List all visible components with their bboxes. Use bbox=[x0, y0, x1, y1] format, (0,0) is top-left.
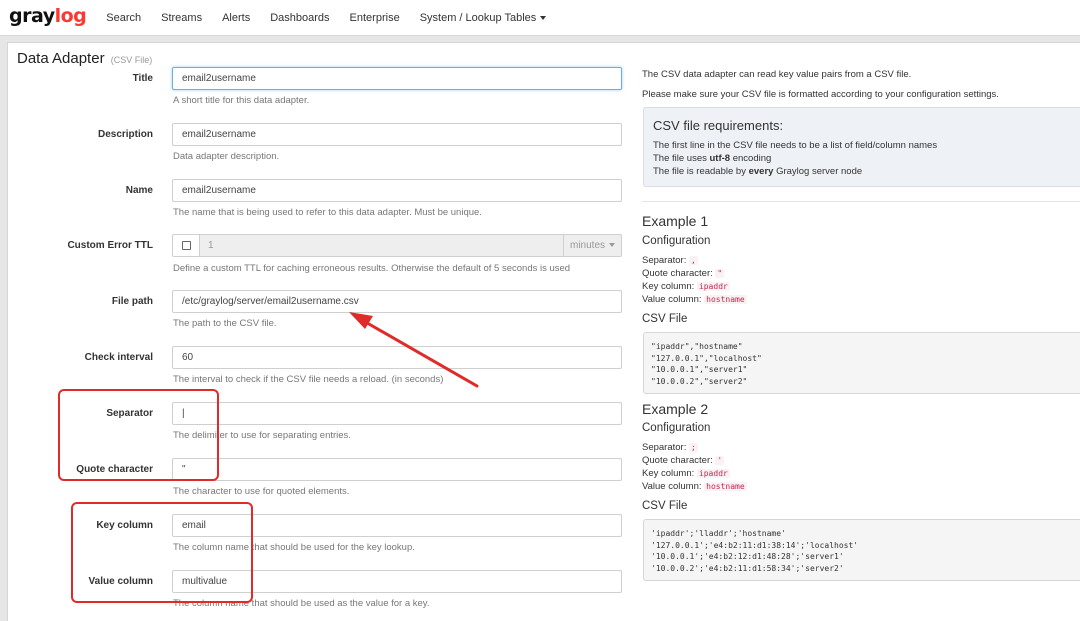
nav-dashboards[interactable]: Dashboards bbox=[270, 12, 329, 24]
name-help: The name that is being used to refer to … bbox=[173, 207, 482, 218]
info-format-note: Please make sure your CSV file is format… bbox=[642, 89, 999, 100]
check-interval-input[interactable]: 60 bbox=[172, 346, 622, 369]
quote-char-help: The character to use for quoted elements… bbox=[173, 486, 350, 497]
value-column-input[interactable]: multivalue bbox=[172, 570, 622, 593]
quote-char-input[interactable]: " bbox=[172, 458, 622, 481]
csv-line: "10.0.0.1","server1" bbox=[651, 365, 748, 374]
example1-csv-block: "ipaddr","hostname" "127.0.0.1","localho… bbox=[643, 332, 1080, 394]
separator-help: The delimiter to use for separating entr… bbox=[173, 430, 351, 441]
example2-quote: Quote character: ' bbox=[642, 455, 725, 466]
name-label: Name bbox=[125, 185, 153, 196]
nav-enterprise[interactable]: Enterprise bbox=[350, 12, 400, 24]
key-column-help: The column name that should be used for … bbox=[173, 542, 415, 553]
value-column-label: Value column bbox=[88, 576, 153, 587]
check-interval-label: Check interval bbox=[84, 352, 153, 363]
separator-label: Separator bbox=[106, 408, 153, 419]
info-intro: The CSV data adapter can read key value … bbox=[642, 69, 912, 80]
csv-line: '10.0.0.2';'e4:b2:11:d1:58:34';'server2' bbox=[651, 563, 844, 573]
example1-title: Example 1 bbox=[642, 213, 709, 229]
example1-key: Key column: ipaddr bbox=[642, 281, 730, 292]
name-input[interactable]: email2username bbox=[172, 179, 622, 202]
example1-value: Value column: hostname bbox=[642, 294, 747, 305]
csv-line: "127.0.0.1","localhost" bbox=[651, 353, 762, 363]
file-path-label: File path bbox=[111, 296, 153, 307]
title-label: Title bbox=[132, 73, 153, 84]
nav-alerts[interactable]: Alerts bbox=[222, 12, 250, 24]
value-column-help: The column name that should be used as t… bbox=[173, 598, 430, 609]
example1-csv-heading: CSV File bbox=[642, 313, 688, 325]
requirements-title: CSV file requirements: bbox=[653, 118, 784, 133]
example1-separator: Separator: , bbox=[642, 255, 698, 266]
example1-quote: Quote character: " bbox=[642, 268, 725, 279]
file-path-input[interactable]: /etc/graylog/server/email2username.csv bbox=[172, 290, 622, 313]
title-help: A short title for this data adapter. bbox=[173, 95, 310, 106]
check-interval-help: The interval to check if the CSV file ne… bbox=[173, 374, 444, 385]
ttl-checkbox[interactable] bbox=[172, 234, 199, 257]
example2-separator: Separator: ; bbox=[642, 442, 698, 453]
csv-line: '127.0.0.1';'e4:b2:11:d1:38:14';'localho… bbox=[651, 540, 859, 550]
csv-line: 'ipaddr';'lladdr';'hostname' bbox=[651, 529, 786, 538]
chevron-down-icon bbox=[609, 243, 615, 248]
key-column-input[interactable]: email bbox=[172, 514, 622, 537]
top-navbar: graylog Search Streams Alerts Dashboards… bbox=[0, 0, 1080, 36]
quote-char-label: Quote character bbox=[76, 464, 153, 475]
checkbox-icon bbox=[181, 241, 191, 250]
ttl-unit-select[interactable]: minutes bbox=[564, 234, 622, 257]
ttl-input-group: 1 minutes bbox=[172, 234, 622, 257]
requirement-item: The file uses utf-8 encoding bbox=[653, 153, 772, 164]
ttl-label: Custom Error TTL bbox=[67, 240, 153, 251]
separator-input[interactable]: | bbox=[172, 402, 622, 425]
example2-value: Value column: hostname bbox=[642, 481, 747, 492]
description-help: Data adapter description. bbox=[173, 151, 280, 162]
title-input[interactable]: email2username bbox=[172, 67, 622, 90]
csv-line: '10.0.0.1';'e4:b2:12:d1:48:28';'server1' bbox=[651, 552, 844, 561]
csv-requirements-box: CSV file requirements: The first line in… bbox=[643, 107, 1080, 187]
chevron-down-icon bbox=[540, 15, 547, 20]
csv-line: "ipaddr","hostname" bbox=[651, 342, 743, 351]
graylog-logo[interactable]: graylog bbox=[9, 5, 87, 27]
file-path-help: The path to the CSV file. bbox=[173, 318, 277, 329]
example2-title: Example 2 bbox=[642, 401, 709, 417]
requirement-item: The file is readable by every Graylog se… bbox=[653, 166, 863, 177]
ttl-help: Define a custom TTL for caching erroneou… bbox=[173, 263, 571, 274]
requirement-item: The first line in the CSV file needs to … bbox=[653, 140, 938, 151]
nav-system-dropdown[interactable]: System / Lookup Tables bbox=[420, 12, 547, 24]
ttl-value-input[interactable]: 1 bbox=[199, 234, 564, 257]
page-title: Data Adapter (CSV File) bbox=[17, 50, 153, 67]
example2-key: Key column: ipaddr bbox=[642, 468, 730, 479]
csv-line: "10.0.0.2","server2" bbox=[651, 376, 748, 386]
example2-config-heading: Configuration bbox=[642, 422, 711, 434]
example2-csv-block: 'ipaddr';'lladdr';'hostname' '127.0.0.1'… bbox=[643, 519, 1080, 581]
divider bbox=[642, 201, 1080, 202]
nav-streams[interactable]: Streams bbox=[161, 12, 202, 24]
key-column-label: Key column bbox=[96, 520, 153, 531]
nav-search[interactable]: Search bbox=[106, 12, 141, 24]
description-label: Description bbox=[97, 129, 153, 140]
description-input[interactable]: email2username bbox=[172, 123, 622, 146]
example1-config-heading: Configuration bbox=[642, 235, 711, 247]
example2-csv-heading: CSV File bbox=[642, 500, 688, 512]
